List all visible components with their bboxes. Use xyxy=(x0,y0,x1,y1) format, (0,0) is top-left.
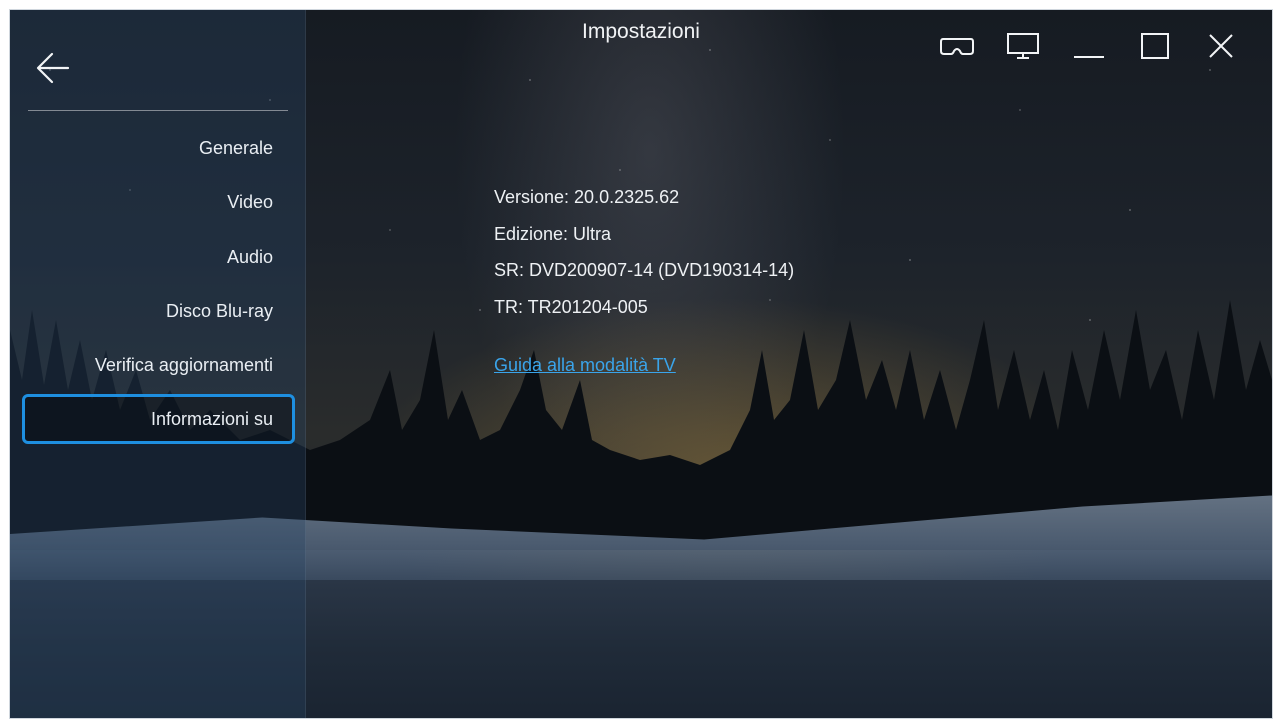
vr-headset-icon xyxy=(940,38,974,55)
sidebar-item-disco-blu-ray[interactable]: Disco Blu-ray xyxy=(22,286,295,336)
settings-nav: Generale Video Audio Disco Blu-ray Verif… xyxy=(22,123,295,449)
version-text: Versione: 20.0.2325.62 xyxy=(494,187,680,207)
sidebar-item-verifica-aggiornamenti[interactable]: Verifica aggiornamenti xyxy=(22,340,295,390)
back-arrow-icon xyxy=(36,52,70,84)
maximize-button[interactable] xyxy=(1122,28,1188,64)
close-button[interactable] xyxy=(1188,28,1254,64)
tr-text: TR: TR201204-005 xyxy=(494,296,648,317)
window-controls xyxy=(924,28,1254,64)
back-button[interactable] xyxy=(34,48,74,88)
edition-text: Edizione: Ultra xyxy=(494,223,612,244)
settings-window: Generale Video Audio Disco Blu-ray Verif… xyxy=(10,10,1272,718)
monitor-icon xyxy=(1007,33,1039,59)
sidebar-divider xyxy=(28,110,288,111)
minimize-button[interactable] xyxy=(1056,28,1122,64)
about-panel: Versione: 20.0.2325.62 Edizione: Ultra S… xyxy=(494,182,794,376)
sidebar-item-generale[interactable]: Generale xyxy=(22,123,295,173)
sidebar-item-audio[interactable]: Audio xyxy=(22,232,295,282)
settings-sidebar: Generale Video Audio Disco Blu-ray Verif… xyxy=(10,10,306,718)
sidebar-item-video[interactable]: Video xyxy=(22,177,295,227)
minimize-icon xyxy=(1074,56,1104,58)
tv-mode-guide-link[interactable]: Guida alla modalità TV xyxy=(494,355,676,376)
sidebar-item-informazioni-su[interactable]: Informazioni su xyxy=(22,394,295,445)
close-icon xyxy=(1209,34,1233,58)
sr-text: SR: DVD200907-14 (DVD190314-14) xyxy=(494,260,795,280)
vr-mode-button[interactable] xyxy=(924,28,990,64)
maximize-icon xyxy=(1141,33,1169,59)
tv-mode-button[interactable] xyxy=(990,28,1056,64)
